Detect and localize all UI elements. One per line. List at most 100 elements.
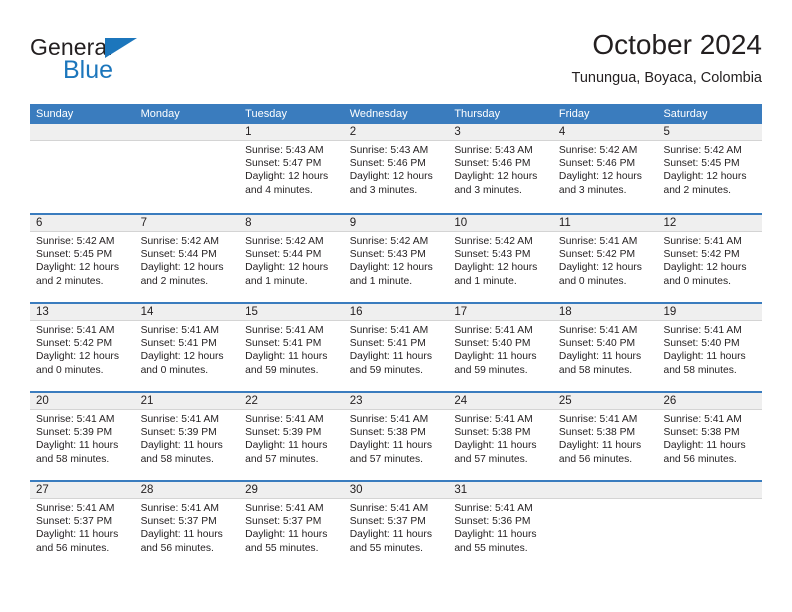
day-date-strip: 23 [343,393,449,410]
sunrise-text: Sunrise: 5:41 AM [140,503,219,514]
day-cell[interactable]: 27 Sunrise: 5:41 AM Sunset: 5:37 PM Dayligh… [30,482,135,569]
day-cell-empty [134,124,240,213]
day-cell[interactable]: 10 Sunrise: 5:42 AM Sunset: 5:43 PM Dayligh… [448,215,553,302]
sunrise-text: Sunrise: 5:41 AM [349,325,429,336]
page-subtitle: Tunungua, Boyaca, Colombia [571,70,763,86]
day-cell[interactable]: 26 Sunrise: 5:41 AM Sunset: 5:38 PM Dayligh… [657,393,763,480]
day-number: 25 [558,395,572,407]
day-date-strip: 11 [552,215,658,232]
day-number: 18 [558,306,572,318]
day-date-strip: 9 [343,215,449,232]
day-cell[interactable]: 5 Sunrise: 5:42 AM Sunset: 5:45 PM Daylight… [657,124,763,213]
day-cell[interactable]: 30 Sunrise: 5:41 AM Sunset: 5:37 PM Dayligh… [343,482,449,569]
day-number: 10 [454,217,468,229]
day-date-strip: 21 [134,393,240,410]
day-cell[interactable]: 24 Sunrise: 5:41 AM Sunset: 5:38 PM Dayligh… [448,393,553,480]
daylight-text: Daylight: 12 hours and 2 minutes. [663,171,747,196]
sunset-text: Sunset: 5:37 PM [349,516,426,528]
weekday-sunday: Sunday [36,108,74,120]
general-blue-logo[interactable]: General Blue [30,34,220,92]
day-cell[interactable]: 6 Sunrise: 5:42 AM Sunset: 5:45 PM Daylight… [30,215,135,302]
day-date-strip: 7 [134,215,240,232]
calendar-week-row: 27 Sunrise: 5:41 AM Sunset: 5:37 PM Dayligh… [30,480,763,569]
day-cell[interactable]: 2 Sunrise: 5:43 AM Sunset: 5:46 PM Daylight… [343,124,449,213]
day-cell-empty [657,482,763,569]
day-number: 24 [454,395,468,407]
day-cell[interactable]: 22 Sunrise: 5:41 AM Sunset: 5:39 PM Dayligh… [239,393,344,480]
daylight-text: Daylight: 11 hours and 58 minutes. [663,351,746,376]
daylight-text: Daylight: 11 hours and 57 minutes. [349,440,432,465]
sunset-text: Sunset: 5:38 PM [349,427,426,439]
day-cell[interactable]: 14 Sunrise: 5:41 AM Sunset: 5:41 PM Dayligh… [134,304,240,391]
day-cell[interactable]: 8 Sunrise: 5:42 AM Sunset: 5:44 PM Daylight… [239,215,344,302]
day-details: Sunrise: 5:42 AM Sunset: 5:45 PM Daylight:… [30,232,135,288]
day-details: Sunrise: 5:41 AM Sunset: 5:38 PM Daylight:… [553,410,658,466]
day-cell[interactable]: 20 Sunrise: 5:41 AM Sunset: 5:39 PM Dayligh… [30,393,135,480]
day-cell[interactable]: 23 Sunrise: 5:41 AM Sunset: 5:38 PM Dayligh… [343,393,449,480]
sunset-text: Sunset: 5:43 PM [454,249,531,261]
daylight-text: Daylight: 12 hours and 3 minutes. [349,171,433,196]
day-cell[interactable]: 16 Sunrise: 5:41 AM Sunset: 5:41 PM Dayligh… [343,304,449,391]
sunset-text: Sunset: 5:45 PM [663,158,740,170]
day-details: Sunrise: 5:41 AM Sunset: 5:40 PM Daylight:… [657,321,762,377]
day-date-strip: 18 [552,304,658,321]
daylight-text: Daylight: 11 hours and 55 minutes. [454,529,537,554]
day-number: 5 [663,126,670,138]
sunrise-text: Sunrise: 5:41 AM [663,325,742,336]
weekday-friday: Friday [558,108,590,120]
day-cell[interactable]: 29 Sunrise: 5:41 AM Sunset: 5:37 PM Dayligh… [239,482,344,569]
day-date-strip: 2 [343,124,449,141]
day-number: 30 [349,484,363,496]
day-number: 12 [663,217,677,229]
day-cell[interactable]: 1 Sunrise: 5:43 AM Sunset: 5:47 PM Daylight… [239,124,344,213]
day-cell[interactable]: 4 Sunrise: 5:42 AM Sunset: 5:46 PM Daylight… [552,124,658,213]
sunset-text: Sunset: 5:45 PM [36,249,113,261]
day-cell[interactable]: 11 Sunrise: 5:41 AM Sunset: 5:42 PM Dayligh… [552,215,658,302]
day-cell[interactable]: 21 Sunrise: 5:41 AM Sunset: 5:39 PM Dayligh… [134,393,240,480]
day-details: Sunrise: 5:42 AM Sunset: 5:44 PM Daylight:… [135,232,240,288]
day-date-strip: 16 [343,304,449,321]
day-cell[interactable]: 17 Sunrise: 5:41 AM Sunset: 5:40 PM Dayligh… [448,304,553,391]
day-cell[interactable]: 7 Sunrise: 5:42 AM Sunset: 5:44 PM Daylight… [134,215,240,302]
sunset-text: Sunset: 5:39 PM [245,427,322,439]
day-number: 22 [245,395,258,407]
day-cell[interactable]: 19 Sunrise: 5:41 AM Sunset: 5:40 PM Dayligh… [657,304,763,391]
day-details: Sunrise: 5:41 AM Sunset: 5:41 PM Daylight:… [239,321,344,377]
day-date-strip [552,482,658,499]
day-details: Sunrise: 5:41 AM Sunset: 5:37 PM Daylight:… [135,499,240,555]
day-number: 19 [663,306,677,318]
day-number: 16 [349,306,363,318]
weekday-tuesday: Tuesday [245,108,287,120]
day-cell[interactable]: 12 Sunrise: 5:41 AM Sunset: 5:42 PM Dayligh… [657,215,763,302]
title-block: October 2024 Tunungua, Boyaca, Colombia [572,28,763,88]
daylight-text: Daylight: 11 hours and 59 minutes. [349,351,432,376]
sunset-text: Sunset: 5:39 PM [140,427,217,439]
sunset-text: Sunset: 5:38 PM [663,427,740,439]
day-cell[interactable]: 18 Sunrise: 5:41 AM Sunset: 5:40 PM Dayligh… [552,304,658,391]
day-cell[interactable]: 13 Sunrise: 5:41 AM Sunset: 5:42 PM Dayligh… [30,304,135,391]
sunrise-text: Sunrise: 5:41 AM [558,325,638,336]
daylight-text: Daylight: 12 hours and 0 minutes. [558,262,642,287]
day-cell[interactable]: 28 Sunrise: 5:41 AM Sunset: 5:37 PM Dayligh… [134,482,240,569]
day-details: Sunrise: 5:41 AM Sunset: 5:42 PM Daylight:… [657,232,762,288]
day-cell[interactable]: 9 Sunrise: 5:42 AM Sunset: 5:43 PM Daylight… [343,215,449,302]
day-cell[interactable]: 3 Sunrise: 5:43 AM Sunset: 5:46 PM Daylight… [448,124,553,213]
day-number: 8 [245,217,252,229]
day-cell[interactable]: 31 Sunrise: 5:41 AM Sunset: 5:36 PM Dayligh… [448,482,553,569]
day-date-strip: 17 [448,304,553,321]
day-number: 26 [663,395,677,407]
calendar-week-row: 6 Sunrise: 5:42 AM Sunset: 5:45 PM Daylight… [30,213,763,302]
sunrise-text: Sunrise: 5:41 AM [36,414,115,425]
day-details: Sunrise: 5:41 AM Sunset: 5:37 PM Daylight:… [344,499,449,555]
daylight-text: Daylight: 11 hours and 58 minutes. [558,351,642,376]
calendar-week-row: 13 Sunrise: 5:41 AM Sunset: 5:42 PM Dayligh… [30,302,763,391]
day-number: 23 [349,395,363,407]
daylight-text: Daylight: 11 hours and 58 minutes. [36,440,119,465]
day-cell[interactable]: 25 Sunrise: 5:41 AM Sunset: 5:38 PM Dayligh… [552,393,658,480]
sunset-text: Sunset: 5:37 PM [36,516,113,528]
day-cell[interactable]: 15 Sunrise: 5:41 AM Sunset: 5:41 PM Dayligh… [239,304,344,391]
sunset-text: Sunset: 5:40 PM [558,338,636,350]
daylight-text: Daylight: 12 hours and 1 minute. [454,262,538,287]
sunset-text: Sunset: 5:37 PM [245,516,322,528]
sunrise-text: Sunrise: 5:42 AM [36,236,115,247]
